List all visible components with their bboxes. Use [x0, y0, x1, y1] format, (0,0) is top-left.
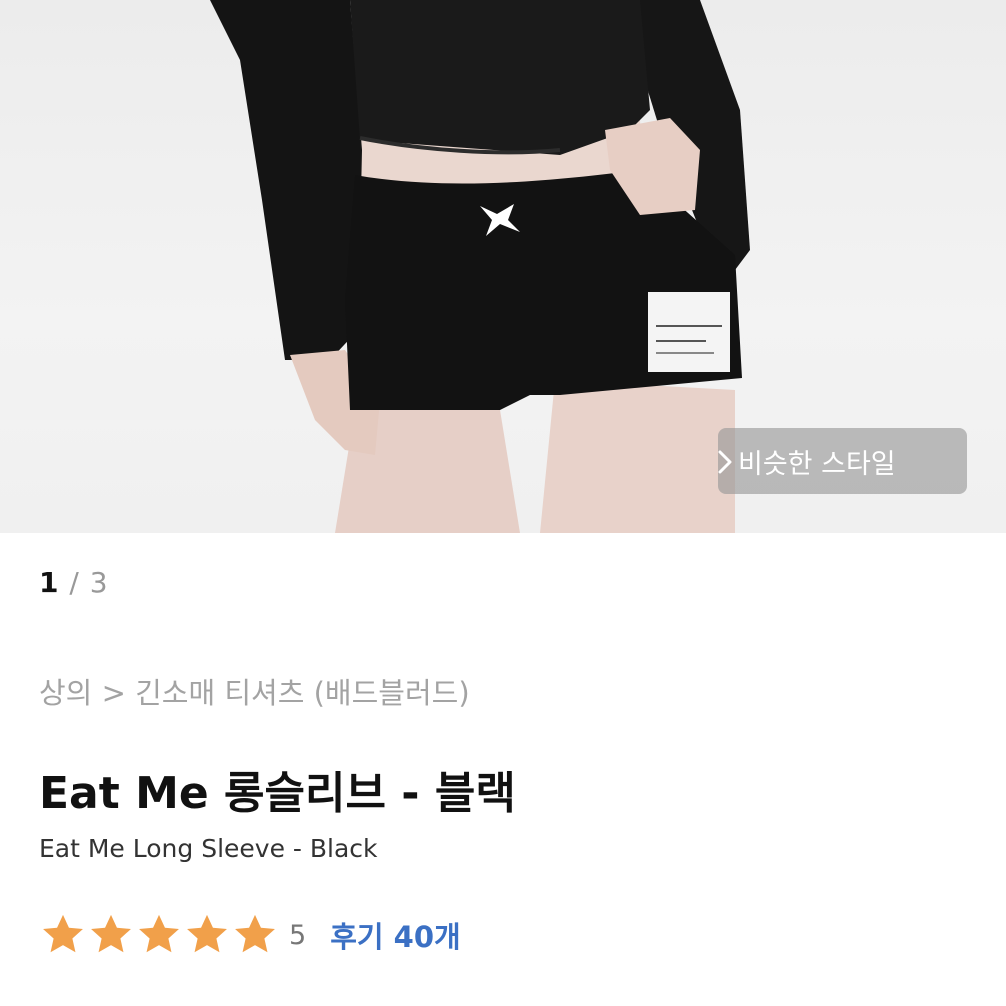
star-icon [187, 914, 227, 953]
product-title: Eat Me 롱슬리브 - 블랙 [39, 768, 516, 819]
rating-score: 5 [289, 919, 307, 951]
pager-total: 3 [89, 566, 109, 599]
chevron-right-icon [718, 450, 732, 474]
pager-separator: / [69, 566, 80, 599]
rating-row: 5 후기 40개 [39, 912, 461, 958]
similar-style-button[interactable]: 비슷한 스타일 [718, 428, 967, 494]
star-icon [43, 914, 83, 953]
star-icon [91, 914, 131, 953]
star-rating [39, 912, 279, 958]
product-image[interactable]: 비슷한 스타일 [0, 0, 1006, 533]
pager-current: 1 [39, 566, 60, 599]
product-subtitle: Eat Me Long Sleeve - Black [39, 834, 378, 863]
breadcrumb[interactable]: 상의 > 긴소매 티셔츠 (배드블러드) [39, 670, 470, 712]
star-icon [235, 914, 275, 953]
star-icon [139, 914, 179, 953]
image-pager: 1 / 3 [39, 566, 109, 599]
similar-style-label: 비슷한 스타일 [738, 448, 896, 480]
reviews-link[interactable]: 후기 40개 [330, 914, 461, 956]
